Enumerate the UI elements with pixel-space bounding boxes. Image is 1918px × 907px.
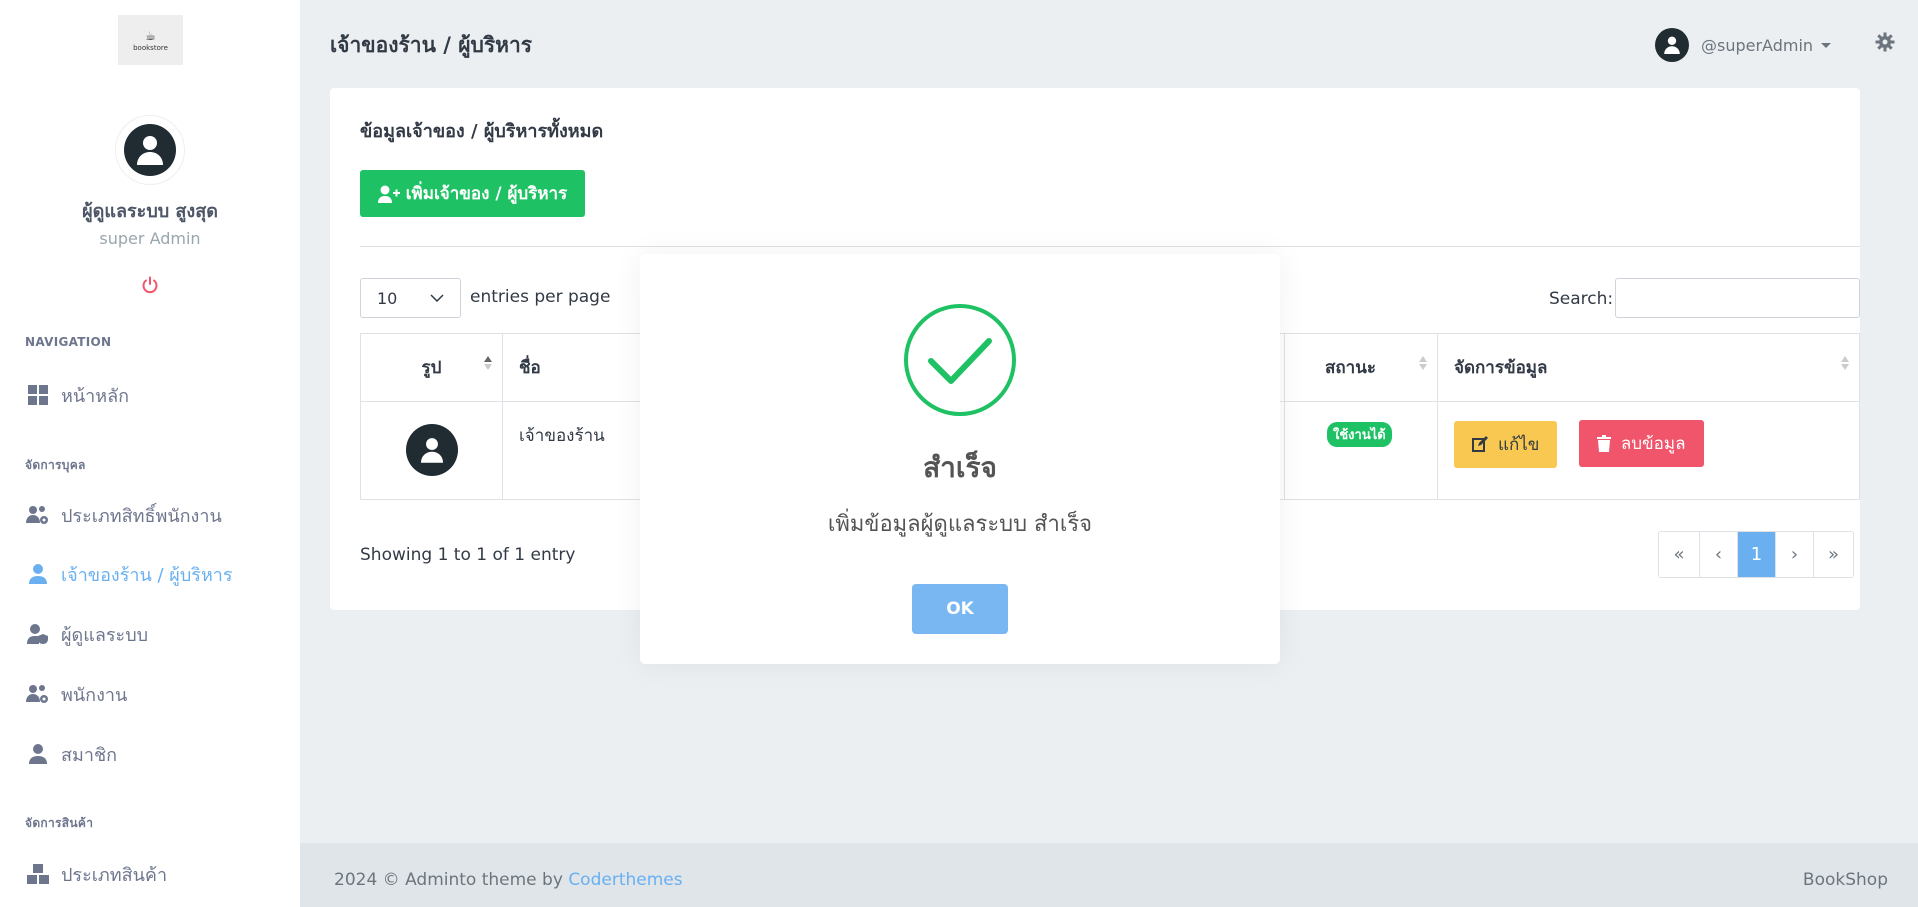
sidebar-item-label: ผู้ดูแลระบบ [61,624,149,646]
photo-cell [360,401,503,500]
user-icon [124,124,176,176]
dialog-title: สำเร็จ [923,451,997,484]
sidebar: ☕ bookstore ผู้ดูแลระบบ สูงสุด super Adm… [0,0,300,907]
column-header-photo[interactable]: รูป [360,333,503,402]
avatar [1655,28,1689,62]
logo-text: bookstore [133,43,168,52]
success-dialog: สำเร็จ เพิ่มข้อมูลผู้ดูแลระบบ สำเร็จ OK [640,254,1280,664]
page-title: เจ้าของร้าน / ผู้บริหาร [330,33,533,57]
page-last[interactable]: » [1813,532,1853,577]
divider [360,246,1860,247]
user-menu[interactable]: @superAdmin [1655,28,1832,62]
add-owner-label: เพิ่มเจ้าของ / ผู้บริหาร [405,184,568,204]
edit-button[interactable]: แก้ไข [1454,420,1558,468]
sidebar-item-role-types[interactable]: ประเภทสิทธิ์พนักงาน [25,497,285,533]
nav-title-products: จัดการสินค้า [25,816,94,830]
card-title: ข้อมูลเจ้าของ / ผู้บริหารทั้งหมด [360,121,604,142]
search-input[interactable] [1615,278,1860,318]
delete-button[interactable]: ลบข้อมูล [1578,420,1704,467]
page-prev[interactable]: ‹ [1699,532,1737,577]
search-label: Search: [1549,289,1614,309]
column-header-status[interactable]: สถานะ [1284,333,1438,402]
dialog-message: เพิ่มข้อมูลผู้ดูแลระบบ สำเร็จ [827,512,1093,537]
profile-avatar [115,115,185,185]
user-icon [25,743,51,765]
status-cell: ใช้งานได้ [1284,401,1438,500]
per-page-select[interactable]: 10 [360,278,461,318]
user-plus-icon [377,185,400,203]
users-cog-icon [25,504,51,526]
footer-brand: BookShop [1802,870,1888,890]
footer: 2024 © Adminto theme by Coderthemes Book… [300,843,1918,907]
success-icon [904,304,1016,416]
user-tie-icon [25,563,51,585]
footer-copyright: 2024 © Adminto theme by Coderthemes [334,870,683,890]
page-next[interactable]: › [1775,532,1813,577]
power-icon[interactable] [139,274,161,296]
sidebar-item-employees[interactable]: พนักงาน [25,676,285,712]
delete-label: ลบข้อมูล [1620,434,1686,454]
sidebar-item-label: ประเภทสิทธิ์พนักงาน [61,505,222,527]
edit-label: แก้ไข [1498,434,1540,455]
nav-title-navigation: NAVIGATION [25,335,112,349]
sidebar-item-label: ประเภทสินค้า [61,864,168,886]
trash-icon [1596,435,1611,452]
nav-title-people: จัดการบุคล [25,458,86,472]
dashboard-icon [25,384,51,406]
sidebar-item-label: พนักงาน [61,684,128,706]
sidebar-item-owners[interactable]: เจ้าของร้าน / ผู้บริหาร [25,556,285,592]
book-cup-icon: ☕ [145,28,156,43]
sidebar-item-admins[interactable]: ผู้ดูแลระบบ [25,616,285,652]
status-badge: ใช้งานได้ [1327,422,1392,447]
add-owner-button[interactable]: เพิ่มเจ้าของ / ผู้บริหาร [360,170,585,217]
column-header-manage[interactable]: จัดการข้อมูล [1437,333,1860,402]
profile-role: super Admin [99,229,201,248]
edit-icon [1472,436,1488,452]
username: @superAdmin [1701,35,1814,55]
boxes-icon [25,863,51,885]
profile-name: ผู้ดูแลระบบ สูงสุด [82,201,218,222]
sidebar-item-product-types[interactable]: ประเภทสินค้า [25,856,285,892]
footer-link[interactable]: Coderthemes [568,870,682,890]
page-first[interactable]: « [1659,532,1699,577]
sidebar-item-members[interactable]: สมาชิก [25,736,285,772]
sort-icon [1419,356,1427,370]
per-page-value: 10 [377,288,398,308]
topbar: เจ้าของร้าน / ผู้บริหาร @superAdmin [300,0,1918,88]
sidebar-item-label: หน้าหลัก [61,385,130,407]
gear-icon[interactable] [1875,32,1897,54]
ok-button[interactable]: OK [912,584,1008,634]
manage-cell: แก้ไข ลบข้อมูล [1437,401,1860,500]
sidebar-item-home[interactable]: หน้าหลัก [25,377,285,413]
sort-icon [484,356,492,370]
pagination: « ‹ 1 › » [1658,531,1854,578]
chevron-down-icon [430,294,444,302]
chevron-down-icon [1821,42,1832,48]
user-icon [405,424,458,476]
user-shield-icon [25,623,51,645]
table-info: Showing 1 to 1 of 1 entry [360,545,576,565]
users-cog-icon [25,683,51,705]
sidebar-item-label: เจ้าของร้าน / ผู้บริหาร [61,564,233,586]
logo[interactable]: ☕ bookstore [118,15,183,65]
sort-icon [1841,356,1849,370]
sidebar-item-label: สมาชิก [61,744,118,766]
page-current[interactable]: 1 [1737,532,1775,577]
per-page-label: entries per page [470,287,611,307]
